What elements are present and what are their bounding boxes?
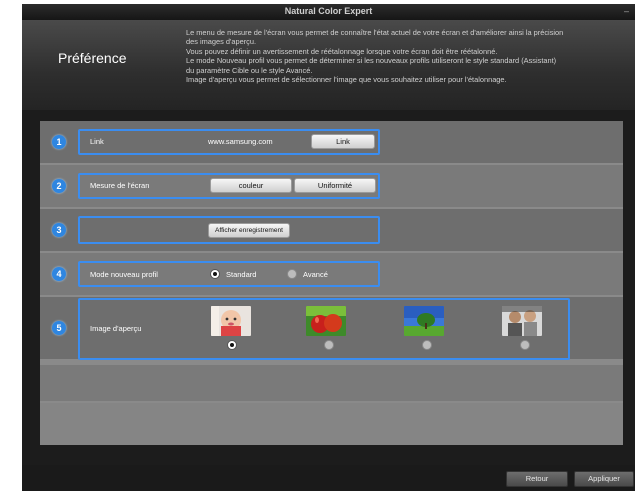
row-preview-image: 5 Image d'aperçu <box>40 297 623 360</box>
baby-photo-thumbnail[interactable] <box>211 306 251 336</box>
row-link: 1 Link www.samsung.com Link <box>40 121 623 163</box>
empty-row <box>40 403 623 445</box>
apples-photo-radio[interactable] <box>324 340 334 350</box>
standard-radio[interactable] <box>210 269 220 279</box>
mode-label: Mode nouveau profil <box>90 270 158 279</box>
show-record-button[interactable]: Afficher enregistrement <box>208 223 290 238</box>
step-badge-5: 5 <box>52 321 66 335</box>
standard-label: Standard <box>226 270 257 279</box>
preview-label: Image d'aperçu <box>90 324 142 333</box>
header-description: Le menu de mesure de l'écran vous permet… <box>186 28 626 84</box>
link-label: Link <box>90 137 104 146</box>
advanced-radio[interactable] <box>287 269 297 279</box>
description-line: Image d'aperçu vous permet de sélectionn… <box>186 75 507 85</box>
children-photo-thumbnail[interactable] <box>502 306 542 336</box>
tree-landscape-photo-thumbnail[interactable] <box>404 306 444 336</box>
empty-row <box>40 365 623 401</box>
color-button[interactable]: couleur <box>210 178 292 193</box>
apply-button[interactable]: Appliquer <box>574 471 634 487</box>
advanced-label: Avancé <box>303 270 328 279</box>
app-window: Natural Color Expert – Préférence Le men… <box>22 4 635 491</box>
description-line: des images d'aperçu. <box>186 37 257 47</box>
step-badge-4: 4 <box>52 267 66 281</box>
row-record: 3 Afficher enregistrement <box>40 209 623 251</box>
children-photo-radio[interactable] <box>520 340 530 350</box>
apples-photo-thumbnail[interactable] <box>306 306 346 336</box>
link-url: www.samsung.com <box>208 137 273 146</box>
tree-landscape-photo-radio[interactable] <box>422 340 432 350</box>
window-title: Natural Color Expert <box>284 6 373 16</box>
back-button[interactable]: Retour <box>506 471 568 487</box>
step-badge-1: 1 <box>52 135 66 149</box>
header: Préférence Le menu de mesure de l'écran … <box>22 20 635 110</box>
row-profile-mode: 4 Mode nouveau profil Standard Avancé <box>40 253 623 295</box>
description-line: Vous pouvez définir un avertissement de … <box>186 46 498 56</box>
baby-photo-radio[interactable] <box>227 340 237 350</box>
link-button[interactable]: Link <box>311 134 375 149</box>
description-line: Le mode Nouveau profil vous permet de dé… <box>186 56 557 66</box>
description-line: du paramètre Cible ou le style Avancé. <box>186 65 313 75</box>
page-title: Préférence <box>58 50 127 66</box>
step-badge-3: 3 <box>52 223 66 237</box>
measure-label: Mesure de l'écran <box>90 181 150 190</box>
footer-bar: Retour Appliquer <box>22 465 635 491</box>
settings-panel: 1 Link www.samsung.com Link 2 Mesure de … <box>40 121 623 445</box>
step-badge-2: 2 <box>52 179 66 193</box>
minimize-button[interactable]: – <box>624 6 629 16</box>
description-line: Le menu de mesure de l'écran vous permet… <box>186 28 564 37</box>
uniformity-button[interactable]: Uniformité <box>294 178 376 193</box>
row-measure: 2 Mesure de l'écran couleur Uniformité <box>40 165 623 207</box>
title-bar: Natural Color Expert – <box>22 4 635 20</box>
